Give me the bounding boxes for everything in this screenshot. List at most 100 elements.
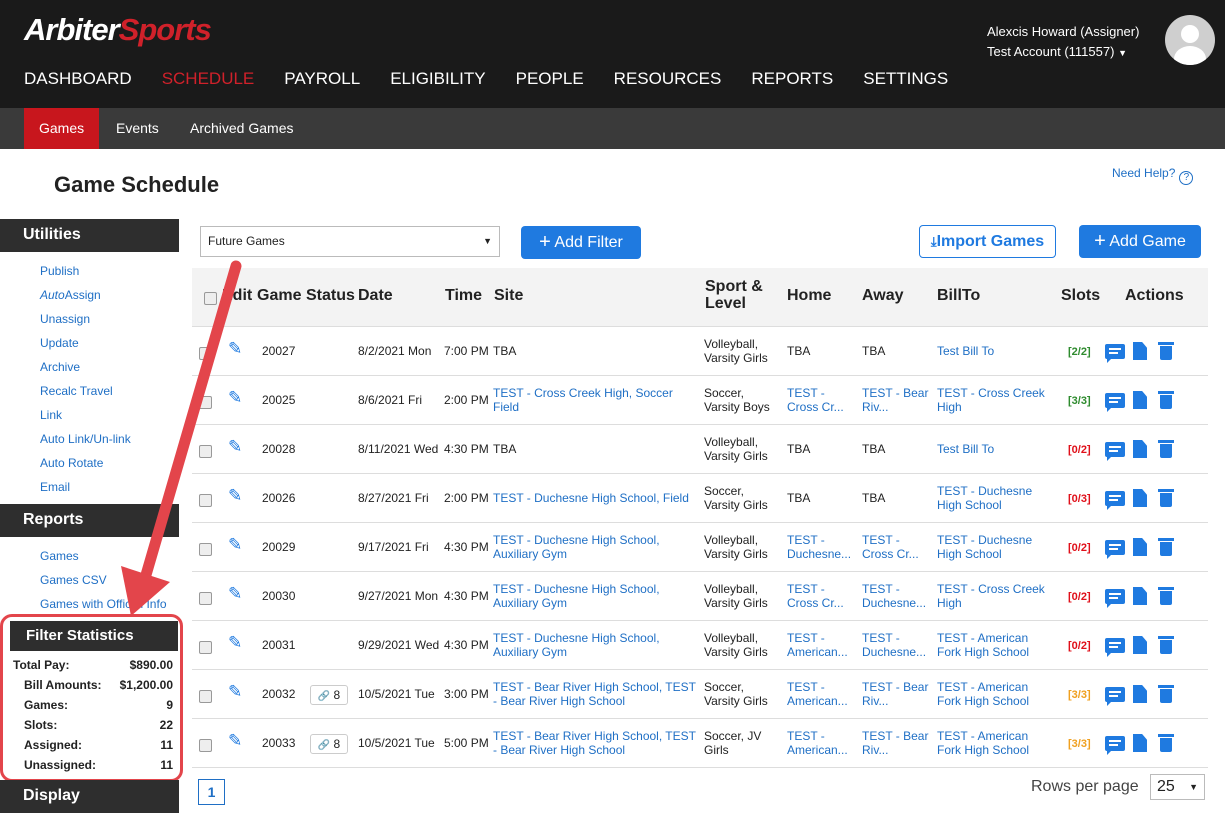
trash-icon[interactable]: [1158, 488, 1174, 507]
tab-games[interactable]: Games: [24, 108, 100, 149]
row-checkbox[interactable]: [199, 543, 212, 556]
document-icon[interactable]: [1133, 440, 1147, 458]
bill-to[interactable]: TEST - Duchesne High School: [937, 484, 1052, 512]
user-menu[interactable]: Alexcis Howard (Assigner) Test Account (…: [987, 22, 1139, 63]
document-icon[interactable]: [1133, 342, 1147, 360]
add-filter-button[interactable]: + Add Filter: [521, 226, 641, 259]
report-games-csv[interactable]: Games CSV: [40, 568, 179, 592]
need-help-link[interactable]: Need Help??: [1112, 166, 1194, 185]
bill-to[interactable]: TEST - Duchesne High School: [937, 533, 1052, 561]
home-team[interactable]: TEST - Cross Cr...: [787, 386, 853, 414]
edit-pencil-icon[interactable]: ✎: [228, 584, 242, 604]
col-home[interactable]: Home: [787, 287, 831, 305]
away-team[interactable]: TEST - Duchesne...: [862, 631, 932, 659]
row-checkbox[interactable]: [199, 396, 212, 409]
message-icon[interactable]: [1105, 736, 1125, 755]
col-status[interactable]: Status: [306, 287, 355, 305]
linked-games-badge[interactable]: 🔗 8: [310, 685, 348, 705]
document-icon[interactable]: [1133, 636, 1147, 654]
table-row[interactable]: ✎ 20026 8/27/2021 Fri 2:00 PM TEST - Duchesn…: [192, 474, 1208, 523]
edit-pencil-icon[interactable]: ✎: [228, 437, 242, 457]
utility-archive[interactable]: Archive: [40, 355, 179, 379]
utility-update[interactable]: Update: [40, 331, 179, 355]
tab-events[interactable]: Events: [101, 108, 174, 149]
home-team[interactable]: TEST - American...: [787, 680, 853, 708]
slots-count[interactable]: [0/3]: [1068, 492, 1091, 506]
col-game[interactable]: Game: [257, 287, 301, 305]
slots-count[interactable]: [0/2]: [1068, 590, 1091, 604]
game-site[interactable]: TEST - Duchesne High School, Auxiliary G…: [493, 582, 701, 610]
utility-email[interactable]: Email: [40, 475, 179, 499]
home-team[interactable]: TEST - American...: [787, 631, 853, 659]
edit-pencil-icon[interactable]: ✎: [228, 682, 242, 702]
edit-pencil-icon[interactable]: ✎: [228, 388, 242, 408]
game-site[interactable]: TEST - Cross Creek High, Soccer Field: [493, 386, 701, 414]
trash-icon[interactable]: [1158, 635, 1174, 654]
edit-pencil-icon[interactable]: ✎: [228, 486, 242, 506]
bill-to[interactable]: Test Bill To: [937, 344, 1052, 358]
row-checkbox[interactable]: [199, 641, 212, 654]
away-team[interactable]: TEST - Cross Cr...: [862, 533, 932, 561]
row-checkbox[interactable]: [199, 445, 212, 458]
game-site[interactable]: TEST - Duchesne High School, Auxiliary G…: [493, 533, 701, 561]
trash-icon[interactable]: [1158, 341, 1174, 360]
table-row[interactable]: ✎ 20030 9/27/2021 Mon 4:30 PM TEST - Duchesn…: [192, 572, 1208, 621]
edit-pencil-icon[interactable]: ✎: [228, 535, 242, 555]
table-row[interactable]: ✎ 20025 8/6/2021 Fri 2:00 PM TEST - Cross Cr…: [192, 376, 1208, 425]
utility-unassign[interactable]: Unassign: [40, 307, 179, 331]
message-icon[interactable]: [1105, 491, 1125, 510]
away-team[interactable]: TEST - Bear Riv...: [862, 680, 932, 708]
import-games-button[interactable]: ⤓Import Games: [919, 225, 1056, 258]
bill-to[interactable]: TEST - Cross Creek High: [937, 582, 1052, 610]
col-slots[interactable]: Slots: [1061, 287, 1100, 305]
trash-icon[interactable]: [1158, 733, 1174, 752]
col-site[interactable]: Site: [494, 287, 523, 305]
nav-people[interactable]: PEOPLE: [516, 69, 584, 89]
linked-games-badge[interactable]: 🔗 8: [310, 734, 348, 754]
message-icon[interactable]: [1105, 540, 1125, 559]
filter-dropdown[interactable]: Future Games ▼: [200, 226, 500, 257]
message-icon[interactable]: [1105, 589, 1125, 608]
utility-auto-link[interactable]: Auto Link/Un-link: [40, 427, 179, 451]
slots-count[interactable]: [3/3]: [1068, 688, 1091, 702]
rows-per-page-select[interactable]: 25 ▼: [1150, 774, 1205, 800]
edit-pencil-icon[interactable]: ✎: [228, 339, 242, 359]
nav-resources[interactable]: RESOURCES: [614, 69, 722, 89]
display-heading[interactable]: Display: [0, 780, 179, 813]
document-icon[interactable]: [1133, 538, 1147, 556]
message-icon[interactable]: [1105, 687, 1125, 706]
message-icon[interactable]: [1105, 638, 1125, 657]
trash-icon[interactable]: [1158, 684, 1174, 703]
slots-count[interactable]: [3/3]: [1068, 737, 1091, 751]
table-row[interactable]: ✎ 20033 🔗 8 10/5/2021 Tue 5:00 PM TEST - Bear…: [192, 719, 1208, 768]
page-1-button[interactable]: 1: [198, 779, 225, 805]
nav-payroll[interactable]: PAYROLL: [284, 69, 360, 89]
table-row[interactable]: ✎ 20028 8/11/2021 Wed 4:30 PM TBA Volleyball,…: [192, 425, 1208, 474]
utility-publish[interactable]: Publish: [40, 259, 179, 283]
bill-to[interactable]: Test Bill To: [937, 442, 1052, 456]
document-icon[interactable]: [1133, 489, 1147, 507]
nav-settings[interactable]: SETTINGS: [863, 69, 948, 89]
trash-icon[interactable]: [1158, 439, 1174, 458]
slots-count[interactable]: [0/2]: [1068, 443, 1091, 457]
slots-count[interactable]: [0/2]: [1068, 639, 1091, 653]
table-row[interactable]: ✎ 20032 🔗 8 10/5/2021 Tue 3:00 PM TEST - Bear…: [192, 670, 1208, 719]
away-team[interactable]: TEST - Bear Riv...: [862, 729, 932, 757]
utility-autoassign[interactable]: AutoAssign: [40, 283, 179, 307]
trash-icon[interactable]: [1158, 586, 1174, 605]
edit-pencil-icon[interactable]: ✎: [228, 633, 242, 653]
slots-count[interactable]: [3/3]: [1068, 394, 1091, 408]
message-icon[interactable]: [1105, 442, 1125, 461]
game-site[interactable]: TEST - Bear River High School, TEST - Be…: [493, 680, 701, 708]
slots-count[interactable]: [2/2]: [1068, 345, 1091, 359]
row-checkbox[interactable]: [199, 690, 212, 703]
add-game-button[interactable]: + Add Game: [1079, 225, 1201, 258]
document-icon[interactable]: [1133, 587, 1147, 605]
col-away[interactable]: Away: [862, 287, 904, 305]
away-team[interactable]: TEST - Duchesne...: [862, 582, 932, 610]
utility-recalc-travel[interactable]: Recalc Travel: [40, 379, 179, 403]
home-team[interactable]: TEST - American...: [787, 729, 853, 757]
row-checkbox[interactable]: [199, 347, 212, 360]
bill-to[interactable]: TEST - Cross Creek High: [937, 386, 1052, 414]
col-date[interactable]: Date: [358, 287, 393, 305]
